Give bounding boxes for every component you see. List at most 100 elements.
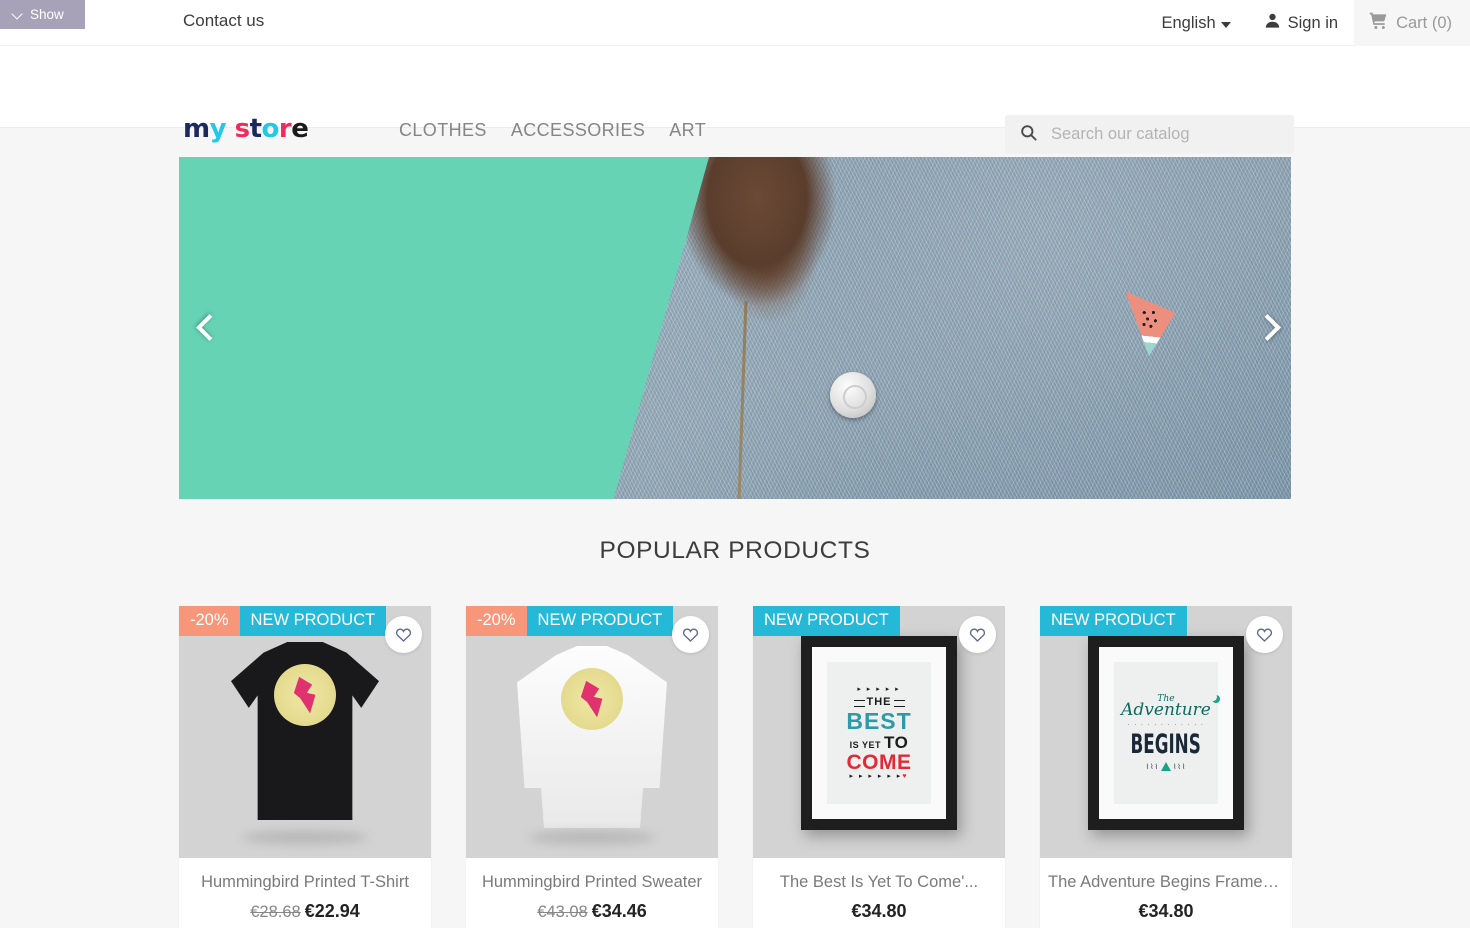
hummingbird-print-graphic xyxy=(561,668,623,730)
product-info: Hummingbird Printed Sweater €43.08 €34.46 xyxy=(466,858,718,928)
product-price: €34.80 xyxy=(761,901,997,922)
drop-shadow xyxy=(242,831,368,844)
moon-icon xyxy=(1209,693,1217,701)
product-name[interactable]: The Best Is Yet To Come'... xyxy=(761,873,997,892)
carousel-prev-button[interactable] xyxy=(196,312,220,344)
product-current-price: €34.46 xyxy=(591,901,647,921)
picture-frame-graphic: The Adventure · · · · · · · · · · · · BE… xyxy=(1088,636,1244,830)
product-name[interactable]: Hummingbird Printed T-Shirt xyxy=(187,873,423,892)
new-product-badge: NEW PRODUCT xyxy=(239,606,387,636)
watermelon-pin-icon xyxy=(1119,291,1177,358)
nav-item-art[interactable]: ART xyxy=(669,120,706,141)
logo-letter: m xyxy=(183,114,210,144)
product-price: €34.80 xyxy=(1048,901,1284,922)
poster-arrows-top: ▸ ▸ ▸ ▸ ▸ xyxy=(857,686,901,693)
product-thumbnail[interactable]: -20% NEW PRODUCT xyxy=(179,606,431,858)
carousel-next-button[interactable] xyxy=(1254,312,1278,344)
wishlist-button[interactable] xyxy=(959,616,996,653)
poster-line-come: COME xyxy=(846,751,912,774)
main-navigation: CLOTHES ACCESSORIES ART xyxy=(399,120,706,141)
poster-arrow-row: ▸ ▸ ▸ ▸ ▸ ▸ xyxy=(849,773,903,780)
new-product-badge: NEW PRODUCT xyxy=(1040,606,1187,636)
product-old-price: €28.68 xyxy=(250,903,301,921)
drop-shadow xyxy=(529,831,655,844)
contact-us-link[interactable]: Contact us xyxy=(183,11,264,31)
site-header: my store CLOTHES ACCESSORIES ART xyxy=(0,46,1470,154)
denim-button xyxy=(829,372,876,419)
product-name[interactable]: Hummingbird Printed Sweater xyxy=(474,873,710,892)
product-badges: NEW PRODUCT xyxy=(1040,606,1187,636)
product-current-price: €34.80 xyxy=(1138,901,1194,921)
product-grid: -20% NEW PRODUCT Hummingbird Printed T-S… xyxy=(179,606,1292,928)
tent-left-dashes: ⌇⌇⌇ xyxy=(1145,764,1159,771)
person-icon xyxy=(1263,11,1282,35)
heart-icon xyxy=(1256,627,1273,642)
poster-arrows-bottom: ▸ ▸ ▸ ▸ ▸ ▸♥ xyxy=(846,773,911,780)
product-card[interactable]: NEW PRODUCT ▸ ▸ ▸ ▸ ▸ THE BEST IS YET TO… xyxy=(753,606,1005,928)
product-info: The Best Is Yet To Come'... €34.80 xyxy=(753,858,1005,928)
top-bar: Contact us English Sign in Cart (0) xyxy=(0,0,1470,46)
denim-seam xyxy=(737,300,748,499)
poster-best-is-yet-to-come: ▸ ▸ ▸ ▸ ▸ THE BEST IS YET TO COME ▸ ▸ ▸ ▸… xyxy=(846,686,911,780)
product-badges: NEW PRODUCT xyxy=(753,606,900,636)
product-card[interactable]: -20% NEW PRODUCT xyxy=(179,606,431,928)
product-price: €28.68 €22.94 xyxy=(187,901,423,922)
nav-item-clothes[interactable]: CLOTHES xyxy=(399,120,487,141)
poster-line-adventure: Adventure xyxy=(1121,700,1211,720)
product-price: €43.08 €34.46 xyxy=(474,901,710,922)
poster-is-yet: IS YET xyxy=(849,740,882,750)
discount-badge: -20% xyxy=(466,606,527,636)
product-info: The Adventure Begins Framed... €34.80 xyxy=(1040,858,1292,928)
nav-item-accessories[interactable]: ACCESSORIES xyxy=(511,120,645,141)
poster-line-best: BEST xyxy=(846,708,912,734)
new-product-badge: NEW PRODUCT xyxy=(526,606,674,636)
tent-right-dashes: ⌇⌇⌇ xyxy=(1173,764,1187,771)
logo-letter: o xyxy=(261,114,280,144)
product-thumbnail[interactable]: NEW PRODUCT ▸ ▸ ▸ ▸ ▸ THE BEST IS YET TO… xyxy=(753,606,1005,858)
picture-frame-graphic: ▸ ▸ ▸ ▸ ▸ THE BEST IS YET TO COME ▸ ▸ ▸ ▸… xyxy=(801,636,957,830)
product-name[interactable]: The Adventure Begins Framed... xyxy=(1048,873,1284,892)
new-product-badge: NEW PRODUCT xyxy=(753,606,900,636)
poster-artwork: The Adventure · · · · · · · · · · · · BE… xyxy=(1114,662,1218,804)
show-toggle-button[interactable]: Show xyxy=(0,0,85,29)
wishlist-button[interactable] xyxy=(1246,616,1283,653)
logo-letter: e xyxy=(291,114,309,144)
language-label: English xyxy=(1161,13,1216,32)
shopping-cart-icon xyxy=(1368,10,1389,36)
product-info: Hummingbird Printed T-Shirt €28.68 €22.94 xyxy=(179,858,431,928)
sign-in-label: Sign in xyxy=(1287,13,1339,32)
cart-label: Cart (0) xyxy=(1396,13,1452,32)
product-card[interactable]: NEW PRODUCT The Adventure · · · · · · · … xyxy=(1040,606,1292,928)
product-current-price: €22.94 xyxy=(304,901,360,921)
wishlist-button[interactable] xyxy=(385,616,422,653)
sign-in-button[interactable]: Sign in xyxy=(1247,0,1354,46)
hero-carousel: “ SAMPLE 3 EXCEPTEUR OCCAECAT Lorem ipsu… xyxy=(179,157,1291,499)
site-logo[interactable]: my store xyxy=(183,114,309,144)
chevron-down-icon xyxy=(12,9,23,20)
content-container: “ SAMPLE 3 EXCEPTEUR OCCAECAT Lorem ipsu… xyxy=(179,157,1292,928)
chevron-down-icon xyxy=(1220,21,1231,28)
poster-line-begins: BEGINS xyxy=(1130,729,1202,760)
discount-badge: -20% xyxy=(179,606,240,636)
poster-line-is-yet-to: IS YET TO xyxy=(846,734,911,751)
wishlist-button[interactable] xyxy=(672,616,709,653)
product-thumbnail[interactable]: NEW PRODUCT The Adventure · · · · · · · … xyxy=(1040,606,1292,858)
search-box[interactable] xyxy=(1005,115,1294,154)
hummingbird-graphic xyxy=(290,674,321,716)
logo-letter: s xyxy=(234,114,250,144)
poster-to: TO xyxy=(884,733,909,752)
language-selector[interactable]: English xyxy=(1146,0,1247,46)
main-content: “ SAMPLE 3 EXCEPTEUR OCCAECAT Lorem ipsu… xyxy=(0,128,1470,928)
product-card[interactable]: -20% NEW PRODUCT xyxy=(466,606,718,928)
section-title-popular-products: POPULAR PRODUCTS xyxy=(599,537,871,564)
product-badges: -20% NEW PRODUCT xyxy=(466,606,674,636)
product-old-price: €43.08 xyxy=(537,903,588,921)
show-toggle-label: Show xyxy=(30,7,64,22)
heart-icon xyxy=(969,627,986,642)
search-input[interactable] xyxy=(1049,124,1280,145)
cart-button[interactable]: Cart (0) xyxy=(1354,0,1470,46)
product-thumbnail[interactable]: -20% NEW PRODUCT xyxy=(466,606,718,858)
product-badges: -20% NEW PRODUCT xyxy=(179,606,387,636)
poster-adventure-begins: The Adventure · · · · · · · · · · · · BE… xyxy=(1109,695,1222,771)
heart-icon xyxy=(395,627,412,642)
